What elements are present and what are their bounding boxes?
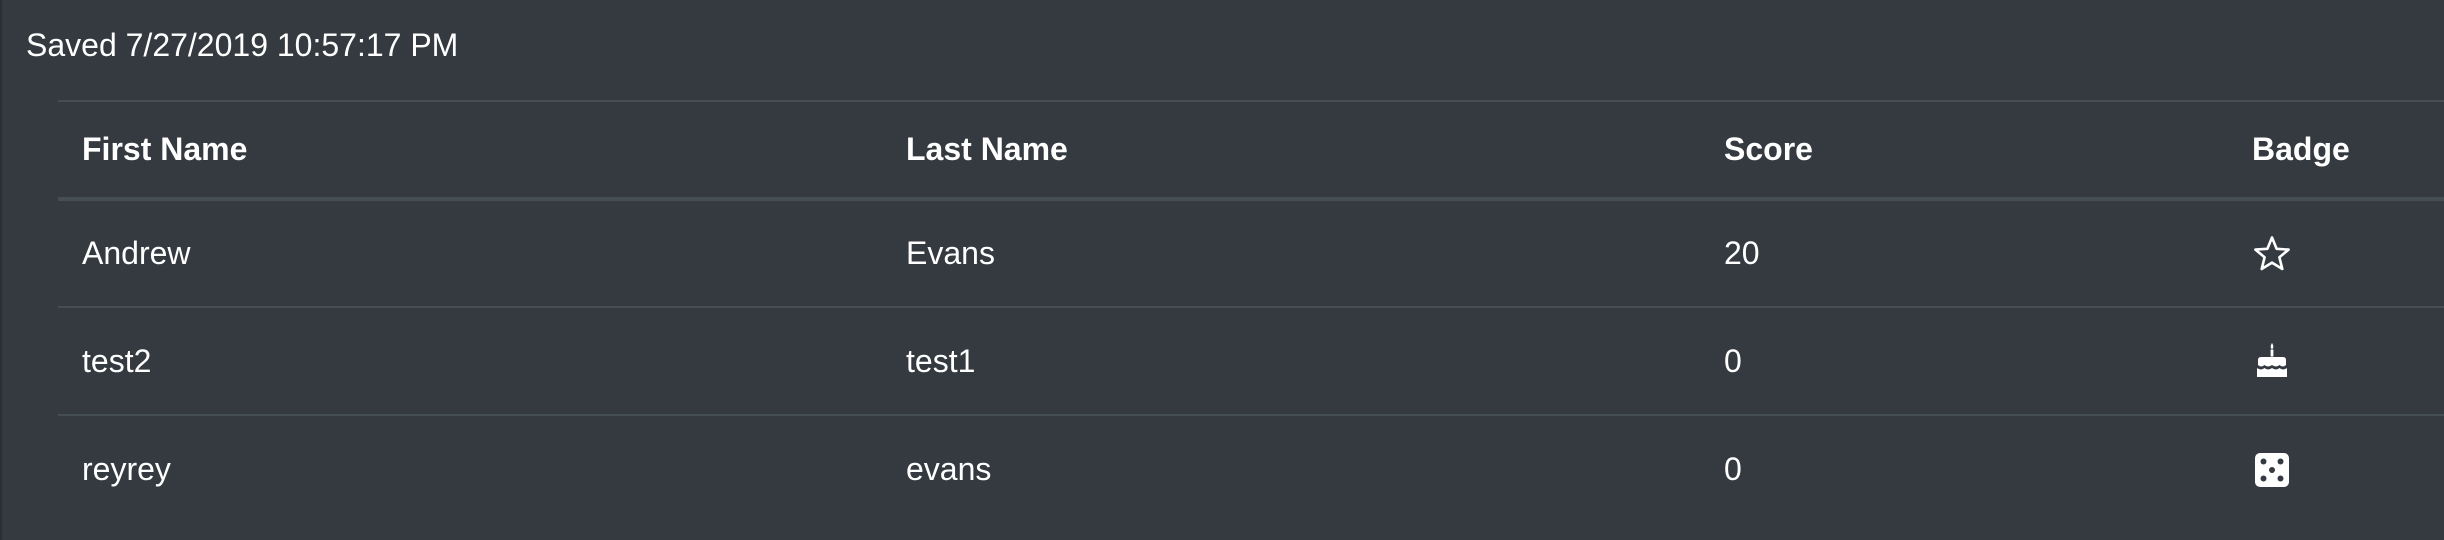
scores-table: First Name Last Name Score Badge Andrew … <box>58 100 2444 523</box>
cell-badge <box>2228 415 2444 523</box>
table-row[interactable]: reyrey evans 0 <box>58 415 2444 523</box>
cell-first-name: test2 <box>82 342 152 379</box>
birthday-cake-icon <box>2252 341 2292 381</box>
column-header-score[interactable]: Score <box>1700 101 2228 199</box>
cell-badge <box>2228 307 2444 415</box>
dice-icon <box>2252 450 2292 490</box>
cell-score: 0 <box>1724 451 1742 487</box>
cell-first-name: Andrew <box>82 235 191 271</box>
scores-table-container: First Name Last Name Score Badge Andrew … <box>58 100 2444 523</box>
page: Saved 7/27/2019 10:57:17 PM First Name L… <box>0 0 2444 540</box>
star-outline-icon <box>2252 234 2292 274</box>
saved-status-text: Saved 7/27/2019 10:57:17 PM <box>26 27 459 63</box>
table-header: First Name Last Name Score Badge <box>58 101 2444 199</box>
column-header-badge[interactable]: Badge <box>2228 101 2444 199</box>
table-row[interactable]: Andrew Evans 20 <box>58 199 2444 307</box>
table-body: Andrew Evans 20 test2 test1 0 reyrey eva… <box>58 199 2444 523</box>
column-header-first-name[interactable]: First Name <box>58 101 882 199</box>
cell-badge <box>2228 199 2444 307</box>
cell-last-name: Evans <box>906 235 995 271</box>
cell-score: 0 <box>1724 342 1742 379</box>
column-header-last-name[interactable]: Last Name <box>882 101 1700 199</box>
cell-score: 20 <box>1724 235 1760 271</box>
cell-first-name: reyrey <box>82 451 171 487</box>
cell-last-name: evans <box>906 451 992 487</box>
table-row[interactable]: test2 test1 0 <box>58 307 2444 415</box>
cell-last-name: test1 <box>906 342 976 379</box>
table-header-row: First Name Last Name Score Badge <box>58 101 2444 199</box>
